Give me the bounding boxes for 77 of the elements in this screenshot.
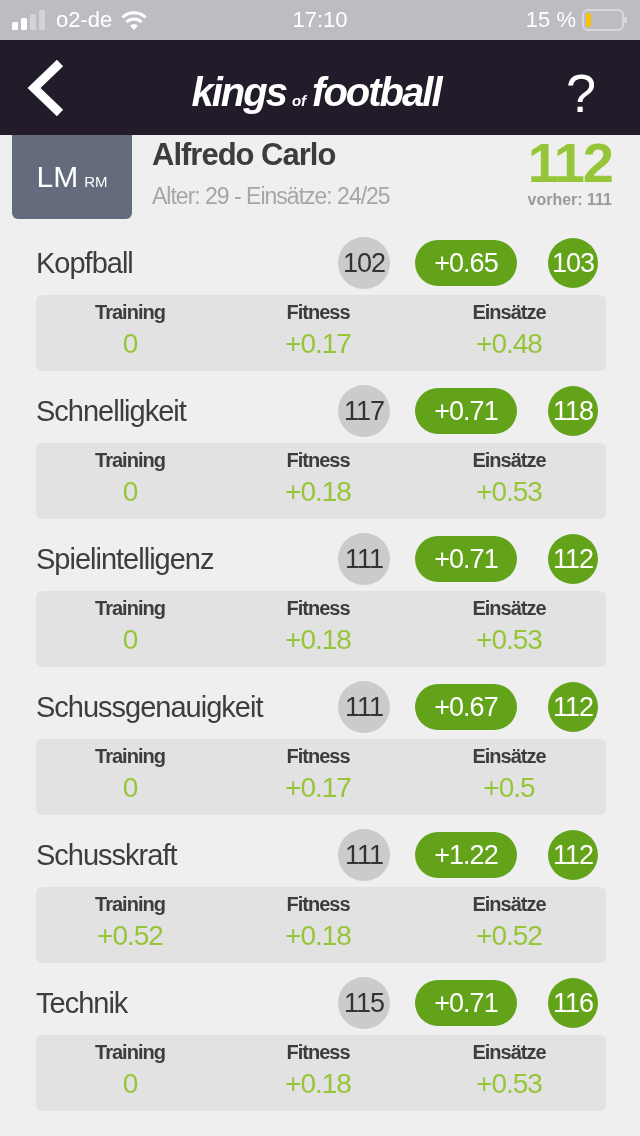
breakdown-value: +0.17 [285, 328, 351, 360]
breakdown-label: Training [95, 597, 165, 620]
change-value: +0.71 [415, 980, 517, 1026]
logo-text: of [291, 92, 307, 109]
new-value: 118 [548, 386, 598, 436]
old-value: 117 [338, 385, 390, 437]
attribute-name: Technik [36, 986, 129, 1020]
change-value: +0.67 [415, 684, 517, 730]
breakdown-label: Einsätze [472, 893, 546, 916]
position-label: LM [36, 160, 79, 194]
breakdown-label: Training [95, 301, 165, 324]
change-value: +1.22 [415, 832, 517, 878]
breakdown-label: Training [95, 893, 165, 916]
breakdown-value: +0.17 [285, 772, 351, 804]
new-value: 112 [548, 534, 598, 584]
breakdown-label: Fitness [286, 745, 350, 768]
new-value: 112 [548, 830, 598, 880]
old-value: 111 [338, 829, 390, 881]
breakdown-label: Training [95, 745, 165, 768]
breakdown-label: Fitness [286, 449, 350, 472]
new-value: 116 [548, 978, 598, 1028]
breakdown-value: +0.18 [285, 624, 351, 656]
attribute-name: Spielintelligenz [36, 542, 215, 576]
breakdown-value: +0.18 [285, 476, 351, 508]
player-name: Alfredo Carlo [152, 137, 337, 173]
carrier-name: o2-de [56, 7, 113, 33]
logo-text: kings [191, 70, 286, 115]
battery-icon [582, 9, 628, 31]
breakdown-label: Einsätze [472, 301, 546, 324]
breakdown-label: Training [95, 1041, 165, 1064]
breakdown-value: 0 [122, 772, 138, 804]
breakdown-label: Fitness [286, 1041, 350, 1064]
change-value: +0.71 [415, 388, 517, 434]
attribute-name: Schnelligkeit [36, 394, 188, 428]
signal-icon [12, 10, 48, 30]
breakdown-label: Fitness [286, 301, 350, 324]
breakdown-label: Fitness [286, 597, 350, 620]
clock-time: 17:10 [292, 7, 348, 32]
breakdown-label: Einsätze [472, 1041, 546, 1064]
old-value: 102 [338, 237, 390, 289]
wifi-icon [120, 10, 149, 30]
breakdown-value: +0.52 [476, 920, 542, 952]
breakdown-value: +0.5 [483, 772, 535, 804]
change-value: +0.65 [415, 240, 517, 286]
attribute-name: Kopfball [36, 246, 134, 280]
breakdown-label: Einsätze [472, 597, 546, 620]
old-value: 111 [338, 533, 390, 585]
breakdown-value: 0 [122, 328, 138, 360]
player-info: Alter: 29 - Einsätze: 24/25 [152, 183, 391, 210]
breakdown-value: +0.48 [476, 328, 542, 360]
breakdown-value: 0 [122, 624, 138, 656]
breakdown-value: +0.53 [476, 476, 542, 508]
breakdown-label: Training [95, 449, 165, 472]
player-rating: 112 [527, 135, 612, 191]
attribute-name: Schussgenauigkeit [36, 690, 264, 724]
battery-percent: 15 % [525, 7, 576, 33]
old-value: 115 [338, 977, 390, 1029]
back-button[interactable] [26, 58, 66, 117]
new-value: 103 [548, 238, 598, 288]
breakdown-value: 0 [122, 1068, 138, 1100]
help-button[interactable]: ? [565, 61, 596, 124]
new-value: 112 [548, 682, 598, 732]
alt-position-label: RM [84, 172, 108, 190]
breakdown-value: +0.18 [285, 1068, 351, 1100]
breakdown-value: +0.52 [97, 920, 163, 952]
attribute-name: Schusskraft [36, 838, 178, 872]
breakdown-value: +0.53 [476, 1068, 542, 1100]
breakdown-label: Einsätze [472, 449, 546, 472]
breakdown-label: Fitness [286, 893, 350, 916]
previous-rating: vorher: 111 [527, 191, 612, 209]
breakdown-label: Einsätze [472, 745, 546, 768]
old-value: 111 [338, 681, 390, 733]
breakdown-value: 0 [122, 476, 138, 508]
change-value: +0.71 [415, 536, 517, 582]
breakdown-value: +0.18 [285, 920, 351, 952]
breakdown-value: +0.53 [476, 624, 542, 656]
logo-text: football [312, 70, 441, 115]
